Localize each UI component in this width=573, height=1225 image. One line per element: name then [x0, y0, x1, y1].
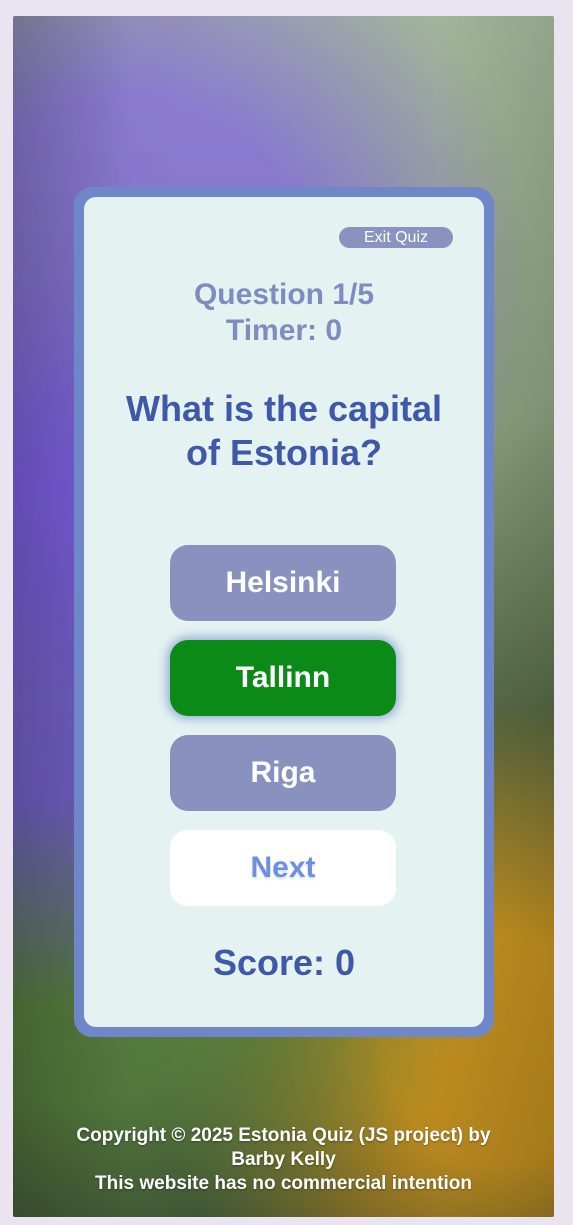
answer-button-riga[interactable]: Riga	[170, 735, 396, 811]
footer: Copyright © 2025 Estonia Quiz (JS projec…	[13, 1124, 554, 1196]
exit-quiz-button[interactable]: Exit Quiz	[339, 227, 453, 248]
question-counter: Question 1/5	[193, 278, 375, 311]
answer-button-helsinki[interactable]: Helsinki	[170, 545, 396, 621]
quiz-card: Exit Quiz Question 1/5 Timer: 0 What is …	[74, 187, 494, 1037]
next-button[interactable]: Next	[170, 830, 396, 906]
question-text: What is the capital of Estonia?	[125, 388, 443, 473]
footer-copyright-line: Copyright © 2025 Estonia Quiz (JS projec…	[76, 1125, 491, 1146]
quiz-meta: Question 1/5 Timer: 0	[84, 277, 484, 349]
footer-author-line: Barby Kelly	[231, 1149, 336, 1170]
footer-disclaimer-line: This website has no commercial intention	[95, 1173, 472, 1194]
quiz-panel: Exit Quiz Question 1/5 Timer: 0 What is …	[84, 197, 484, 1027]
score-display: Score: 0	[212, 942, 356, 983]
answer-button-tallinn[interactable]: Tallinn	[170, 640, 396, 716]
timer: Timer: 0	[225, 314, 343, 347]
